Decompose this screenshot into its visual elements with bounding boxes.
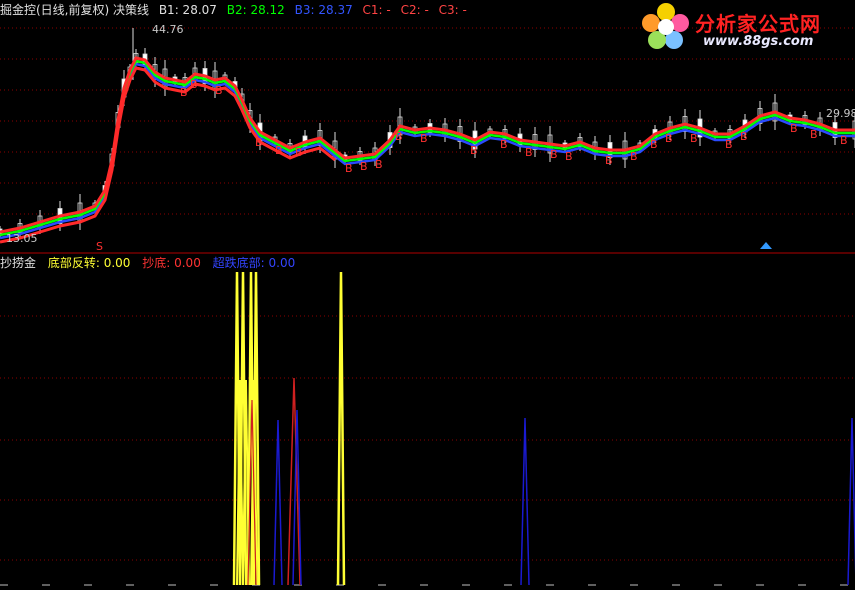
buy-marker: B <box>605 154 613 167</box>
lower-indicator-name: 抄捞金 <box>0 256 37 270</box>
high-price-label: 44.76 <box>152 23 184 36</box>
buy-marker: B <box>690 132 698 145</box>
buy-marker: B <box>550 148 558 161</box>
buy-marker: B <box>650 138 658 151</box>
super-bottom-value: 超跌底部: 0.00 <box>212 256 296 270</box>
buy-marker: B <box>810 128 818 141</box>
buy-marker: B <box>190 78 198 91</box>
buy-marker: B <box>630 150 638 163</box>
buy-marker: B <box>565 150 573 163</box>
buy-marker: B <box>275 144 283 157</box>
bottom-reversal-spike <box>336 271 346 586</box>
buy-marker: B <box>295 146 303 159</box>
c3-value: C3: - <box>438 3 467 17</box>
buy-marker: B <box>180 86 188 99</box>
low-price-label: 13.05 <box>6 232 38 245</box>
super-bottom-spike <box>273 419 283 586</box>
logo-title: 分析家公式网 <box>695 12 821 36</box>
b2-value: B2: 28.12 <box>226 3 285 17</box>
sell-marker: S <box>96 240 103 253</box>
upper-indicator-name: 掘金控(日线,前复权) 决策线 <box>0 3 149 17</box>
upper-header: 掘金控(日线,前复权) 决策线 B1: 28.07 B2: 28.12 B3: … <box>0 2 473 18</box>
up-arrow-icon <box>760 242 772 249</box>
bottom-reversal-value: 底部反转: 0.00 <box>47 256 131 270</box>
buy-marker: B <box>345 162 353 175</box>
site-logo[interactable]: 分析家公式网 www.88gs.com <box>639 2 849 54</box>
buy-marker: B <box>840 134 848 147</box>
lower-header: 抄捞金 底部反转: 0.00 抄底: 0.00 超跌底部: 0.00 <box>0 255 297 271</box>
buy-marker: B <box>470 144 478 157</box>
buy-marker: B <box>360 160 368 173</box>
buy-marker: B <box>665 132 673 145</box>
buy-marker: B <box>255 136 263 149</box>
buy-marker: B <box>375 158 383 171</box>
buy-marker: B <box>500 138 508 151</box>
last-price-label: 29.98 <box>826 107 855 120</box>
chart-window[interactable]: BBBBBBBBBBBBBBBBBBBBBBBBBBS 掘金控(日线,前复权) … <box>0 0 855 590</box>
c2-value: C2: - <box>400 3 429 17</box>
b1-value: B1: 28.07 <box>158 3 217 17</box>
logo-url: www.88gs.com <box>703 34 814 49</box>
buy-marker: B <box>395 130 403 143</box>
super-bottom-spike <box>847 417 855 586</box>
b3-value: B3: 28.37 <box>294 3 353 17</box>
buy-marker: B <box>525 146 533 159</box>
buy-marker: B <box>790 122 798 135</box>
buy-marker: B <box>215 84 223 97</box>
buy-marker: B <box>725 138 733 151</box>
buy-marker: B <box>740 130 748 143</box>
c1-value: C1: - <box>362 3 391 17</box>
support-line-red <box>0 66 336 244</box>
buy-marker: B <box>420 132 428 145</box>
chart-canvas[interactable]: BB BBB BB B BB BB BB B B B BB B B BBB B BS <box>0 0 855 590</box>
logo-flower-icon <box>642 3 689 49</box>
bottom-pick-value: 抄底: 0.00 <box>142 256 201 270</box>
